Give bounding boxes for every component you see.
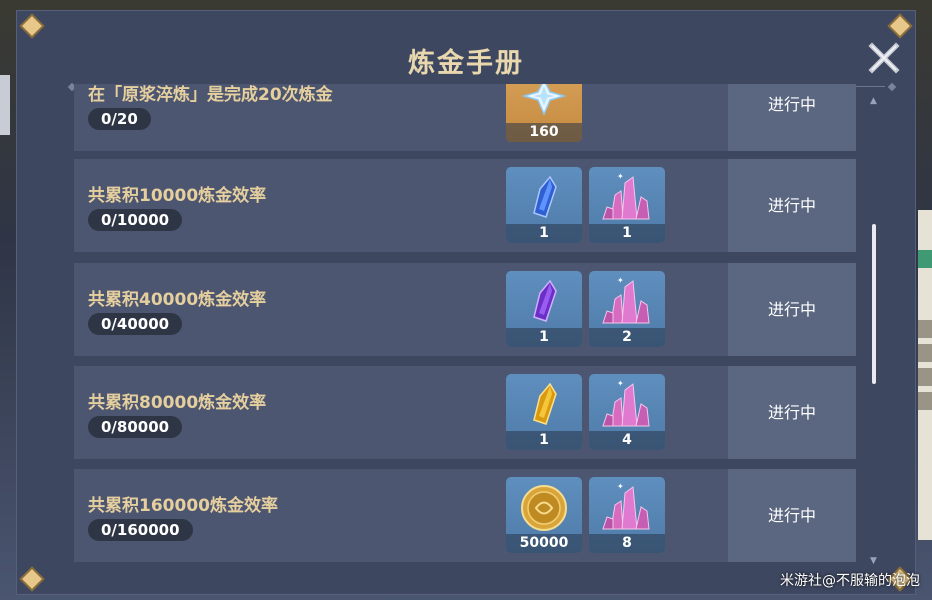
reward-quantity: 160 <box>506 123 582 142</box>
status-in-progress: 进行中 <box>728 469 856 562</box>
task-row: 在「原浆淬炼」是完成20次炼金 0/20 160 进行中 <box>74 84 856 151</box>
status-in-progress: 进行中 <box>728 263 856 356</box>
reward-slot[interactable]: ✦ 8 <box>589 477 665 553</box>
task-name: 共累积80000炼金效率 <box>88 393 267 413</box>
task-progress: 0/40000 <box>88 313 183 335</box>
pink-crystal-cluster-icon: ✦ <box>602 276 650 324</box>
scroll-down-icon[interactable]: ▼ <box>870 556 877 566</box>
reward-quantity: 50000 <box>506 534 582 553</box>
background-ui-fragment-left <box>0 75 10 135</box>
corner-ornament <box>19 566 45 592</box>
task-progress: 0/160000 <box>88 519 193 541</box>
reward-quantity: 8 <box>589 534 665 553</box>
reward-slot[interactable]: ✦ 2 <box>589 271 665 347</box>
reward-quantity: 4 <box>589 431 665 450</box>
reward-slot[interactable]: ✦ 1 <box>589 167 665 243</box>
task-name: 共累积160000炼金效率 <box>88 496 278 516</box>
reward-quantity: 1 <box>506 224 582 243</box>
task-row: 共累积10000炼金效率 0/10000 1 ✦ 1 进行中 <box>74 159 856 252</box>
reward-quantity: 1 <box>506 431 582 450</box>
dialog-title: 炼金手册 <box>408 48 524 79</box>
pink-crystal-cluster-icon: ✦ <box>602 482 650 530</box>
reward-slot[interactable]: 1 <box>506 374 582 450</box>
reward-slot[interactable]: ✦ 4 <box>589 374 665 450</box>
purple-crystal-icon <box>533 279 557 322</box>
task-progress: 0/80000 <box>88 416 183 438</box>
corner-ornament <box>19 13 45 39</box>
scrollbar-thumb[interactable] <box>872 224 876 384</box>
task-name: 在「原浆淬炼」是完成20次炼金 <box>88 85 333 105</box>
reward-slot[interactable]: 1 <box>506 167 582 243</box>
status-in-progress: 进行中 <box>728 159 856 252</box>
scroll-up-icon[interactable]: ▲ <box>870 96 877 106</box>
svg-text:✦: ✦ <box>617 276 624 285</box>
reward-slot[interactable]: 160 <box>506 84 582 142</box>
scrollbar[interactable]: ▲ ▼ <box>869 96 877 566</box>
reward-slot[interactable]: 50000 <box>506 477 582 553</box>
reward-quantity: 1 <box>589 224 665 243</box>
mora-coin-icon <box>521 485 567 531</box>
svg-text:✦: ✦ <box>617 172 624 181</box>
task-row: 共累积40000炼金效率 0/40000 1 ✦ 2 进行中 <box>74 263 856 356</box>
blue-crystal-icon <box>533 175 557 218</box>
primogem-icon <box>521 84 567 116</box>
status-in-progress: 进行中 <box>728 84 856 151</box>
pink-crystal-cluster-icon: ✦ <box>602 172 650 220</box>
reward-quantity: 1 <box>506 328 582 347</box>
task-name: 共累积10000炼金效率 <box>88 186 267 206</box>
corner-ornament <box>887 13 913 39</box>
task-row: 共累积80000炼金效率 0/80000 1 ✦ 4 进行中 <box>74 366 856 459</box>
task-row: 共累积160000炼金效率 0/160000 50000 ✦ 8 进行中 <box>74 469 856 562</box>
background-ui-fragment-right <box>918 210 932 540</box>
close-icon <box>868 42 900 74</box>
reward-slot[interactable]: 1 <box>506 271 582 347</box>
reward-quantity: 2 <box>589 328 665 347</box>
task-progress: 0/20 <box>88 108 151 130</box>
task-list[interactable]: 在「原浆淬炼」是完成20次炼金 0/20 160 进行中 共累积10000炼金效… <box>74 84 856 566</box>
task-progress: 0/10000 <box>88 209 183 231</box>
watermark: 米游社@不服输的泡泡 <box>780 573 920 589</box>
status-in-progress: 进行中 <box>728 366 856 459</box>
svg-text:✦: ✦ <box>617 482 624 491</box>
task-name: 共累积40000炼金效率 <box>88 290 267 310</box>
pink-crystal-cluster-icon: ✦ <box>602 379 650 427</box>
close-button[interactable] <box>867 41 901 75</box>
svg-text:✦: ✦ <box>617 379 624 388</box>
gold-crystal-icon <box>533 382 557 425</box>
